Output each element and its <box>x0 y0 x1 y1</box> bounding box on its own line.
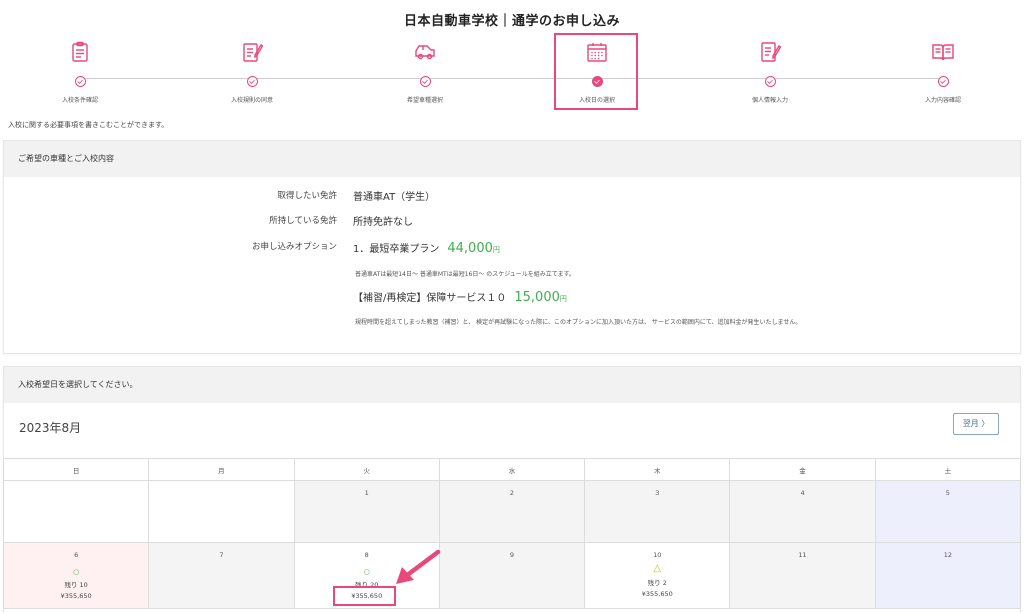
step-entry-conditions[interactable]: 入校条件確認 <box>25 36 135 104</box>
option2-note: 規程時間を超えてしまった教習（補習）と、 検定が再試験になった際に、このオプショ… <box>355 319 802 326</box>
option-label: お申し込みオプション <box>251 242 337 252</box>
day-number: 10 <box>653 551 662 559</box>
step-label: 入力内容確認 <box>924 97 961 104</box>
calendar-day-cell: 5 <box>874 480 1022 543</box>
calendar-day-cell-available[interactable]: 6 ○ 残り 10 ¥355,650 <box>2 542 150 609</box>
document-pen-icon <box>243 43 264 62</box>
calendar-day-cell: 1 <box>293 480 440 543</box>
weekday-mon: 月 <box>148 458 295 481</box>
license-value: 普通車AT（学生） <box>353 192 436 203</box>
weekday-sat: 土 <box>874 458 1022 481</box>
calendar-grid: 日 月 火 水 木 金 土 1 2 3 4 5 6 ○ 残り 10 ¥355,6… <box>2 458 1022 609</box>
calendar-day-cell: 11 <box>729 542 876 609</box>
intro-text: 入校に関する必要事項を書きこむことができます。 <box>8 121 169 129</box>
step-check-icon <box>246 76 258 87</box>
weekday-header-row: 日 月 火 水 木 金 土 <box>2 458 1022 481</box>
course-summary-header: ご希望の車種とご入校内容 <box>4 141 1020 177</box>
day-number: 8 <box>364 551 369 559</box>
pointer-arrow-icon <box>396 549 441 584</box>
option2-yen: 円 <box>559 295 567 303</box>
weekday-thu: 木 <box>584 458 731 481</box>
date-select-card: 入校希望日を選択してください。 2023年8月 翌月 〉 日 月 火 水 木 金… <box>2 366 1022 613</box>
step-label: 希望車種選択 <box>406 97 443 104</box>
day-number: 6 <box>74 551 79 559</box>
calendar-day-cell: 12 <box>874 542 1022 609</box>
form-pen-icon <box>761 42 782 62</box>
tuition-fee: ¥355,650 <box>641 590 673 598</box>
step-label: 入校規則の同意 <box>230 97 273 104</box>
step-label: 個人情報入力 <box>751 97 788 104</box>
option1-yen: 円 <box>492 246 500 254</box>
calendar-empty-cell <box>2 480 150 543</box>
weekday-fri: 金 <box>729 458 876 481</box>
calendar-empty-cell <box>148 480 295 543</box>
calendar-day-cell-available[interactable]: 10 △ 残り 2 ¥355,650 <box>584 542 731 609</box>
step-confirm[interactable]: 入力内容確認 <box>888 36 998 104</box>
next-month-button[interactable]: 翌月 〉 <box>953 413 999 435</box>
car-icon <box>415 45 435 60</box>
tuition-fee: ¥355,650 <box>60 592 92 600</box>
option1-note: 普通車ATは最短14日～ 普通車MTは最短16日～ のスケジュールを組み立てます… <box>355 271 575 278</box>
calendar-day-cell: 9 <box>438 542 586 609</box>
calendar-day-cell: 3 <box>584 480 731 543</box>
held-license-value: 所持免許なし <box>353 217 413 228</box>
option2-price: 15,000 <box>514 290 560 305</box>
step-check-icon <box>74 76 86 87</box>
step-rules-agreement[interactable]: 入校規則の同意 <box>197 36 307 104</box>
option1: 1．最短卒業プラン 44,000円 <box>353 240 500 256</box>
license-label: 取得したい免許 <box>277 191 337 201</box>
date-select-header: 入校希望日を選択してください。 <box>4 367 1020 403</box>
chevron-right-icon: 〉 <box>981 419 990 428</box>
option1-price: 44,000 <box>447 241 493 256</box>
calendar-day-cell: 2 <box>438 480 586 543</box>
step-vehicle-select[interactable]: 希望車種選択 <box>370 36 480 104</box>
step-personal-info[interactable]: 個人情報入力 <box>715 36 825 104</box>
step-label: 入校条件確認 <box>61 97 98 104</box>
available-mark: ○ <box>73 568 80 576</box>
clipboard-icon <box>72 41 88 62</box>
calendar-week-row: 6 ○ 残り 10 ¥355,650 7 8 ○ 残り 20 ¥355,650 … <box>2 542 1022 609</box>
weekday-sun: 日 <box>2 458 150 481</box>
option2-name: 【補習/再検定】保障サービス１０ <box>353 293 507 304</box>
few-left-mark: △ <box>653 563 662 574</box>
step-check-icon <box>937 76 949 87</box>
held-license-label: 所持している免許 <box>269 216 337 226</box>
course-summary-card: ご希望の車種とご入校内容 取得したい免許 普通車AT（学生） 所持している免許 … <box>3 140 1021 354</box>
calendar-week-row: 1 2 3 4 5 <box>2 480 1022 543</box>
weekday-tue: 火 <box>293 458 440 481</box>
open-book-icon <box>932 44 954 61</box>
step-check-icon <box>764 76 776 87</box>
calendar-day-cell: 7 <box>148 542 295 609</box>
progress-stepper: 入校条件確認 入校規則の同意 希望車種選択 入校日の選択 個人情報入力 入力内容… <box>0 36 1024 112</box>
option1-name: 1．最短卒業プラン <box>353 244 440 255</box>
month-title: 2023年8月 <box>19 421 82 435</box>
weekday-wed: 水 <box>438 458 586 481</box>
next-month-label: 翌月 <box>962 419 979 428</box>
page-title: 日本自動車学校｜通学のお申し込み <box>403 14 620 29</box>
option2: 【補習/再検定】保障サービス１０ 15,000円 <box>353 289 567 305</box>
remaining-seats: 残り 2 <box>647 579 667 587</box>
fee-highlight-box <box>333 586 396 606</box>
calendar-day-cell: 4 <box>729 480 876 543</box>
step-check-icon <box>419 76 431 87</box>
active-step-highlight <box>554 33 638 110</box>
remaining-seats: 残り 10 <box>64 581 88 589</box>
step-check-icon <box>591 76 603 87</box>
